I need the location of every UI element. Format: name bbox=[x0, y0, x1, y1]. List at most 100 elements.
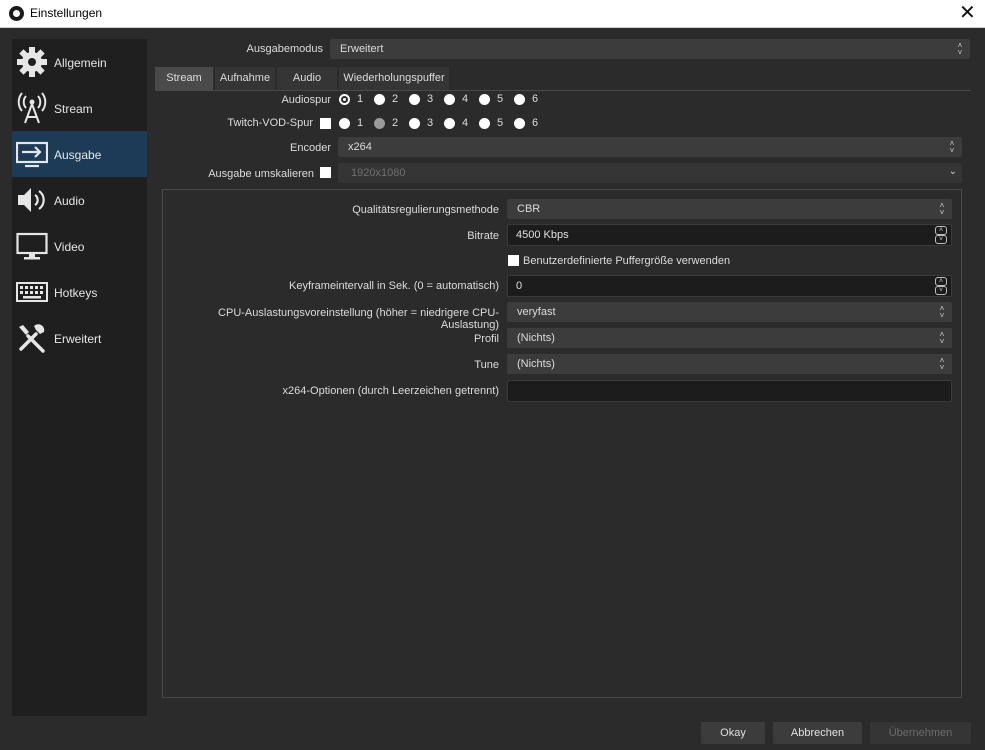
output-mode-label: Ausgabemodus bbox=[246, 43, 323, 55]
bitrate-input[interactable]: 4500 Kbps ˄ ˅ bbox=[507, 224, 952, 246]
antenna-icon bbox=[17, 92, 47, 124]
tune-label: Tune bbox=[474, 359, 499, 371]
tab-divider bbox=[155, 90, 971, 91]
rescale-label: Ausgabe umskalieren bbox=[208, 168, 314, 180]
sidebar-item-label: Allgemein bbox=[54, 56, 107, 70]
sidebar-item-label: Video bbox=[54, 240, 85, 254]
x264-options-input[interactable] bbox=[507, 380, 952, 402]
audio-track-radio-5[interactable] bbox=[479, 94, 490, 105]
sidebar-item-label: Stream bbox=[54, 102, 93, 116]
radio-label: 5 bbox=[497, 93, 504, 105]
rate-control-value: CBR bbox=[517, 203, 541, 215]
profile-label: Profil bbox=[473, 333, 499, 345]
radio-label: 3 bbox=[427, 117, 434, 129]
spin-up-icon[interactable]: ˄ bbox=[935, 226, 947, 235]
tune-select[interactable]: (Nichts) ˄ ˅ bbox=[507, 354, 952, 374]
twitch-vod-checkbox[interactable] bbox=[320, 118, 331, 129]
updown-arrows-icon: ˄ ˅ bbox=[939, 330, 945, 346]
close-icon[interactable]: ✕ bbox=[959, 3, 976, 23]
rate-control-select[interactable]: CBR ˄ ˅ bbox=[507, 199, 952, 219]
audio-track-radio-3[interactable] bbox=[409, 94, 420, 105]
chevron-down-icon: ⌄ bbox=[948, 166, 957, 177]
sidebar-item-label: Hotkeys bbox=[54, 286, 98, 300]
rescale-value: 1920x1080 bbox=[351, 167, 406, 179]
encoder-select[interactable]: x264 ˄ ˅ bbox=[338, 137, 962, 157]
custom-buffer-label: Benutzerdefinierte Puffergröße verwenden bbox=[523, 255, 731, 267]
rate-control-label: Qualitätsregulierungsmethode bbox=[352, 204, 499, 216]
encoder-value: x264 bbox=[348, 141, 372, 153]
cpu-preset-select[interactable]: veryfast ˄ ˅ bbox=[507, 302, 952, 322]
x264-options-label: x264-Optionen (durch Leerzeichen getrenn… bbox=[282, 385, 499, 397]
twitch-vod-radio-4[interactable] bbox=[444, 118, 455, 129]
sidebar-item-ausgabe[interactable]: Ausgabe bbox=[12, 131, 147, 177]
tab-stream[interactable]: Stream bbox=[155, 67, 213, 90]
bitrate-spinner[interactable]: ˄ ˅ bbox=[935, 226, 949, 244]
spin-down-icon[interactable]: ˅ bbox=[935, 235, 947, 244]
twitch-vod-radio-2[interactable] bbox=[374, 118, 385, 129]
radio-label: 4 bbox=[462, 117, 469, 129]
radio-label: 6 bbox=[532, 117, 539, 129]
apply-button[interactable]: Übernehmen bbox=[870, 722, 971, 744]
sidebar-item-stream[interactable]: Stream bbox=[12, 85, 147, 131]
profile-value: (Nichts) bbox=[517, 332, 555, 344]
cpu-preset-value: veryfast bbox=[517, 306, 556, 318]
radio-label: 2 bbox=[392, 93, 399, 105]
audio-track-radio-2[interactable] bbox=[374, 94, 385, 105]
settings-sidebar: Allgemein Stream Ausgabe Audio Video Hot… bbox=[12, 39, 147, 716]
tab-aufnahme[interactable]: Aufnahme bbox=[215, 67, 275, 90]
keyframe-input[interactable]: 0 ˄ ˅ bbox=[507, 275, 952, 297]
audio-track-radio-4[interactable] bbox=[444, 94, 455, 105]
keyframe-value: 0 bbox=[516, 280, 523, 292]
spin-up-icon[interactable]: ˄ bbox=[935, 277, 947, 286]
custom-buffer-checkbox[interactable] bbox=[508, 255, 519, 266]
radio-label: 4 bbox=[462, 93, 469, 105]
sidebar-item-allgemein[interactable]: Allgemein bbox=[12, 39, 147, 85]
updown-arrows-icon: ˄ ˅ bbox=[949, 139, 955, 155]
radio-label: 1 bbox=[357, 93, 364, 105]
audio-track-radio-group: 1 2 3 4 5 6 bbox=[338, 93, 548, 107]
keyframe-spinner[interactable]: ˄ ˅ bbox=[935, 277, 949, 295]
rescale-select[interactable]: 1920x1080 ⌄ bbox=[338, 163, 962, 183]
updown-arrows-icon: ˄ ˅ bbox=[939, 201, 945, 217]
rescale-checkbox[interactable] bbox=[320, 167, 331, 178]
spin-down-icon[interactable]: ˅ bbox=[935, 286, 947, 295]
audio-track-radio-6[interactable] bbox=[514, 94, 525, 105]
radio-label: 6 bbox=[532, 93, 539, 105]
bitrate-label: Bitrate bbox=[467, 230, 499, 242]
keyboard-icon bbox=[16, 282, 48, 302]
sidebar-item-hotkeys[interactable]: Hotkeys bbox=[12, 269, 147, 315]
ok-button[interactable]: Okay bbox=[701, 722, 765, 744]
sidebar-item-audio[interactable]: Audio bbox=[12, 177, 147, 223]
sidebar-item-label: Audio bbox=[54, 194, 85, 208]
keyframe-label: Keyframeintervall in Sek. (0 = automatis… bbox=[288, 280, 499, 292]
tab-audio[interactable]: Audio bbox=[277, 67, 337, 90]
audio-track-radio-1[interactable] bbox=[339, 94, 350, 105]
encoder-label: Encoder bbox=[290, 142, 331, 154]
sidebar-item-erweitert[interactable]: Erweitert bbox=[12, 315, 147, 361]
twitch-vod-radio-1[interactable] bbox=[339, 118, 350, 129]
profile-select[interactable]: (Nichts) ˄ ˅ bbox=[507, 328, 952, 348]
monitor-icon bbox=[16, 232, 48, 260]
sidebar-item-video[interactable]: Video bbox=[12, 223, 147, 269]
tools-icon bbox=[19, 324, 45, 353]
twitch-vod-radio-5[interactable] bbox=[479, 118, 490, 129]
twitch-vod-radio-6[interactable] bbox=[514, 118, 525, 129]
cpu-preset-label: CPU-Auslastungsvoreinstellung (höher = n… bbox=[218, 307, 499, 331]
cancel-button[interactable]: Abbrechen bbox=[773, 722, 862, 744]
sidebar-item-label: Ausgabe bbox=[54, 148, 102, 162]
radio-label: 2 bbox=[392, 117, 399, 129]
speaker-icon bbox=[18, 188, 45, 212]
obs-logo-icon bbox=[9, 6, 24, 21]
updown-arrows-icon: ˄ ˅ bbox=[957, 41, 963, 57]
radio-label: 1 bbox=[357, 117, 364, 129]
gear-icon bbox=[17, 47, 47, 77]
output-icon bbox=[16, 141, 48, 168]
tab-wiederholungspuffer[interactable]: Wiederholungspuffer bbox=[339, 67, 449, 90]
twitch-vod-radio-group: 1 2 3 4 5 6 bbox=[338, 117, 548, 131]
output-mode-select[interactable]: Erweitert ˄ ˅ bbox=[330, 39, 970, 59]
title-bar: Einstellungen ✕ bbox=[0, 0, 985, 28]
twitch-vod-radio-3[interactable] bbox=[409, 118, 420, 129]
twitch-vod-label: Twitch-VOD-Spur bbox=[227, 117, 313, 129]
output-mode-value: Erweitert bbox=[340, 43, 384, 55]
tune-value: (Nichts) bbox=[517, 358, 555, 370]
